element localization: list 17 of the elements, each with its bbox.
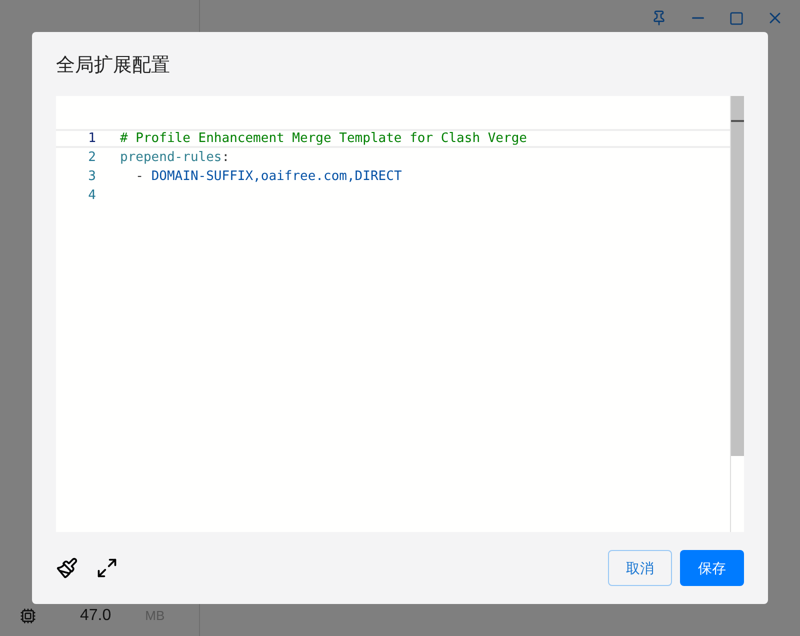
code-line: - DOMAIN-SUFFIX,oaifree.com,DIRECT: [134, 168, 402, 186]
line-number: 3: [87, 168, 96, 186]
code-line: prepend-rules:: [120, 148, 230, 167]
line-number: 2: [87, 148, 96, 167]
expand-icon[interactable]: [96, 557, 118, 579]
pin-icon[interactable]: [651, 10, 667, 26]
line-number: 4: [87, 186, 96, 205]
maximize-icon[interactable]: [729, 10, 744, 26]
dialog-title: 全局扩展配置: [55, 54, 171, 78]
save-button[interactable]: 保存: [680, 550, 744, 586]
scrollbar[interactable]: [730, 96, 744, 532]
code-line: # Profile Enhancement Merge Template for Clash Verge: [120, 130, 527, 148]
cancel-button[interactable]: 取消: [608, 550, 672, 586]
line-number: 1: [87, 130, 96, 148]
code-editor[interactable]: 1 # Profile Enhancement Merge Template for Clash Verge 2 prepend-rules: 3 - DOMAIN-SUFFIX,oaifree.com,DIRECT 4: [56, 96, 744, 532]
memory-value: 47.0: [80, 606, 112, 626]
chip-icon: [20, 608, 36, 624]
